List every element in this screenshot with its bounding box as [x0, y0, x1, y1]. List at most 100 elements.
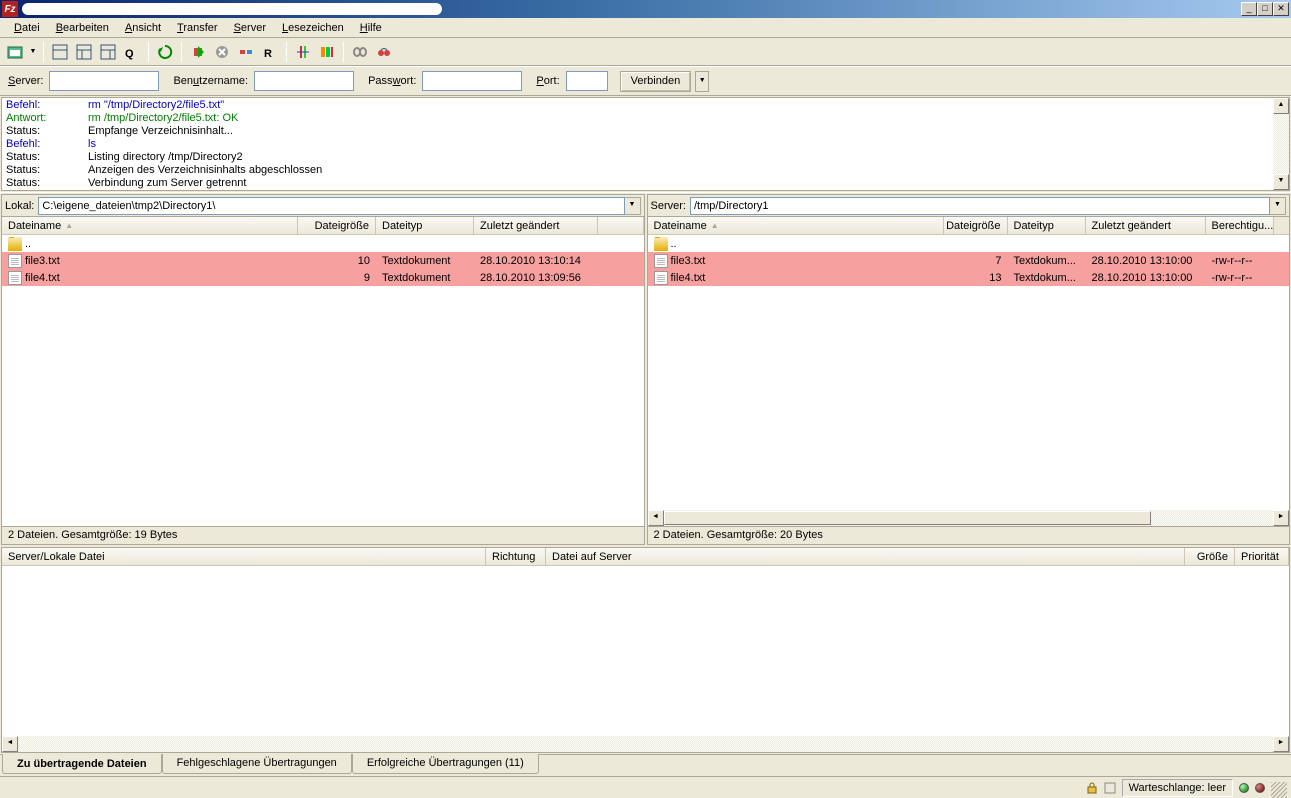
scroll-up-icon[interactable]: ▲: [1273, 98, 1289, 114]
refresh-icon[interactable]: [154, 41, 176, 63]
find-icon[interactable]: [373, 41, 395, 63]
remote-path-input[interactable]: [690, 197, 1270, 215]
log-line: Befehl:rm "/tmp/Directory2/file5.txt": [6, 99, 1285, 112]
menu-bookmarks[interactable]: Lesezeichen: [274, 20, 352, 36]
activity-led-send-icon: [1239, 783, 1249, 793]
local-status: 2 Dateien. Gesamtgröße: 19 Bytes: [2, 526, 644, 544]
remote-path-label: Server:: [651, 200, 686, 212]
remote-path-dropdown[interactable]: ▼: [1270, 197, 1286, 215]
remote-header-modified[interactable]: Zuletzt geändert: [1086, 217, 1206, 234]
log-line: Antwort:rm /tmp/Directory2/file5.txt: OK: [6, 112, 1285, 125]
cancel-icon[interactable]: [211, 41, 233, 63]
queue-header-priority[interactable]: Priorität: [1235, 548, 1289, 565]
toggle-log-icon[interactable]: [49, 41, 71, 63]
disconnect-icon[interactable]: [235, 41, 257, 63]
local-path-dropdown[interactable]: ▼: [625, 197, 641, 215]
file-permissions: -rw-r--r--: [1206, 255, 1274, 267]
queue-status: Warteschlange: leer: [1122, 779, 1233, 797]
file-name: file4.txt: [671, 272, 706, 284]
close-button[interactable]: ✕: [1273, 2, 1289, 16]
site-manager-icon[interactable]: [4, 41, 26, 63]
scroll-left-icon[interactable]: ◄: [2, 736, 18, 752]
log-line: Status:Listing directory /tmp/Directory2: [6, 151, 1285, 164]
connect-button[interactable]: Verbinden: [620, 71, 692, 92]
toggle-queue-icon[interactable]: Q: [121, 41, 143, 63]
file-row[interactable]: file4.txt13Textdokum...28.10.2010 13:10:…: [648, 269, 1290, 286]
file-name: file4.txt: [25, 272, 60, 284]
svg-text:R: R: [264, 48, 272, 60]
transfer-queue: Server/Lokale Datei Richtung Datei auf S…: [1, 547, 1290, 753]
file-row[interactable]: file4.txt9Textdokument28.10.2010 13:09:5…: [2, 269, 644, 286]
file-icon: [654, 254, 668, 268]
file-name: file3.txt: [671, 255, 706, 267]
server-input[interactable]: [49, 71, 159, 91]
menu-help[interactable]: Hilfe: [352, 20, 390, 36]
local-path-input[interactable]: [38, 197, 624, 215]
file-row[interactable]: file3.txt7Textdokum...28.10.2010 13:10:0…: [648, 252, 1290, 269]
file-row[interactable]: file3.txt10Textdokument28.10.2010 13:10:…: [2, 252, 644, 269]
file-icon: [654, 271, 668, 285]
file-name: file3.txt: [25, 255, 60, 267]
tab-pending[interactable]: Zu übertragende Dateien: [2, 754, 162, 774]
file-type: Textdokum...: [1008, 272, 1086, 284]
file-icon: [8, 271, 22, 285]
username-input[interactable]: [254, 71, 354, 91]
remote-header-size[interactable]: Dateigröße: [944, 217, 1008, 234]
remote-status: 2 Dateien. Gesamtgröße: 20 Bytes: [648, 526, 1290, 544]
lock-icon: [1086, 782, 1098, 794]
local-header-type[interactable]: Dateityp: [376, 217, 474, 234]
remote-hscrollbar[interactable]: ◄ ►: [648, 510, 1290, 526]
remote-header-perm[interactable]: Berechtigu...: [1206, 217, 1274, 234]
local-header-name[interactable]: Dateiname▲: [2, 217, 298, 234]
log-scrollbar[interactable]: ▲ ▼: [1273, 98, 1289, 190]
compare-icon[interactable]: [316, 41, 338, 63]
queue-hscrollbar[interactable]: ◄ ►: [2, 736, 1289, 752]
site-manager-dropdown[interactable]: ▼: [28, 41, 38, 63]
remote-header-name[interactable]: Dateiname▲: [648, 217, 944, 234]
local-header-size[interactable]: Dateigröße: [298, 217, 376, 234]
scroll-right-icon[interactable]: ►: [1273, 510, 1289, 526]
process-queue-icon[interactable]: [187, 41, 209, 63]
message-log[interactable]: Befehl:rm "/tmp/Directory2/file5.txt"Ant…: [1, 97, 1290, 191]
port-input[interactable]: [566, 71, 608, 91]
scroll-down-icon[interactable]: ▼: [1273, 174, 1289, 190]
menu-file[interactable]: Datei: [6, 20, 48, 36]
remote-file-list[interactable]: ..file3.txt7Textdokum...28.10.2010 13:10…: [648, 235, 1290, 510]
queue-header-size[interactable]: Größe: [1185, 548, 1235, 565]
local-file-list[interactable]: ..file3.txt10Textdokument28.10.2010 13:1…: [2, 235, 644, 526]
password-input[interactable]: [422, 71, 522, 91]
queue-list[interactable]: [2, 566, 1289, 736]
menu-transfer[interactable]: Transfer: [169, 20, 226, 36]
sync-browse-icon[interactable]: [349, 41, 371, 63]
tab-successful[interactable]: Erfolgreiche Übertragungen (11): [352, 754, 539, 774]
remote-header-type[interactable]: Dateityp: [1008, 217, 1086, 234]
queue-header-local[interactable]: Server/Lokale Datei: [2, 548, 486, 565]
queue-tabs: Zu übertragende Dateien Fehlgeschlagene …: [0, 754, 1291, 776]
queue-header-direction[interactable]: Richtung: [486, 548, 546, 565]
filter-icon[interactable]: [292, 41, 314, 63]
menu-server[interactable]: Server: [226, 20, 274, 36]
file-size: 13: [944, 272, 1008, 284]
scroll-left-icon[interactable]: ◄: [648, 510, 664, 526]
reconnect-icon[interactable]: R: [259, 41, 281, 63]
file-size: 10: [298, 255, 376, 267]
resize-grip[interactable]: [1271, 782, 1287, 798]
minimize-button[interactable]: _: [1241, 2, 1257, 16]
file-row[interactable]: ..: [2, 235, 644, 252]
connect-dropdown[interactable]: ▼: [695, 71, 709, 92]
scroll-right-icon[interactable]: ►: [1273, 736, 1289, 752]
file-row[interactable]: ..: [648, 235, 1290, 252]
local-pane: Lokal: ▼ Dateiname▲ Dateigröße Dateityp …: [1, 194, 645, 545]
local-header-modified[interactable]: Zuletzt geändert: [474, 217, 598, 234]
toggle-local-tree-icon[interactable]: [73, 41, 95, 63]
menu-edit[interactable]: Bearbeiten: [48, 20, 117, 36]
menu-view[interactable]: Ansicht: [117, 20, 169, 36]
tab-failed[interactable]: Fehlgeschlagene Übertragungen: [162, 754, 352, 774]
file-modified: 28.10.2010 13:10:00: [1086, 255, 1206, 267]
remote-pane: Server: ▼ Dateiname▲ Dateigröße Dateityp…: [647, 194, 1291, 545]
log-line: Befehl:ls: [6, 138, 1285, 151]
toggle-remote-tree-icon[interactable]: [97, 41, 119, 63]
file-size: 9: [298, 272, 376, 284]
maximize-button[interactable]: □: [1257, 2, 1273, 16]
queue-header-remote[interactable]: Datei auf Server: [546, 548, 1185, 565]
